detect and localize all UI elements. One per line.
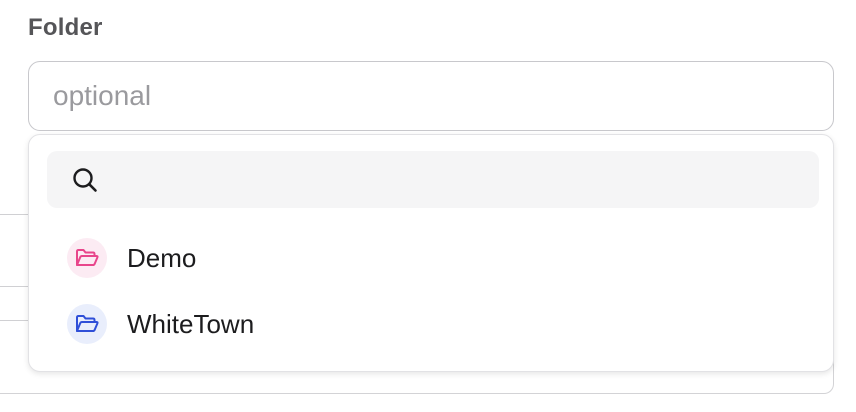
folder-input[interactable] — [28, 61, 834, 131]
folder-field-label: Folder — [28, 14, 103, 41]
folder-badge — [67, 304, 107, 344]
folder-dropdown: Demo WhiteTown — [28, 134, 834, 372]
folder-option-label: WhiteTown — [127, 308, 255, 339]
folder-search-box[interactable] — [47, 151, 819, 210]
folder-badge — [67, 238, 107, 278]
folder-search-input[interactable] — [111, 151, 803, 210]
folder-open-icon — [76, 315, 99, 332]
folder-picker-screen: Folder Demo — [0, 0, 856, 412]
folder-option-whitetown[interactable]: WhiteTown — [63, 302, 803, 346]
folder-option-demo[interactable]: Demo — [63, 236, 803, 280]
folder-open-icon — [76, 249, 99, 266]
folder-option-label: Demo — [127, 242, 197, 273]
search-icon — [73, 168, 97, 192]
